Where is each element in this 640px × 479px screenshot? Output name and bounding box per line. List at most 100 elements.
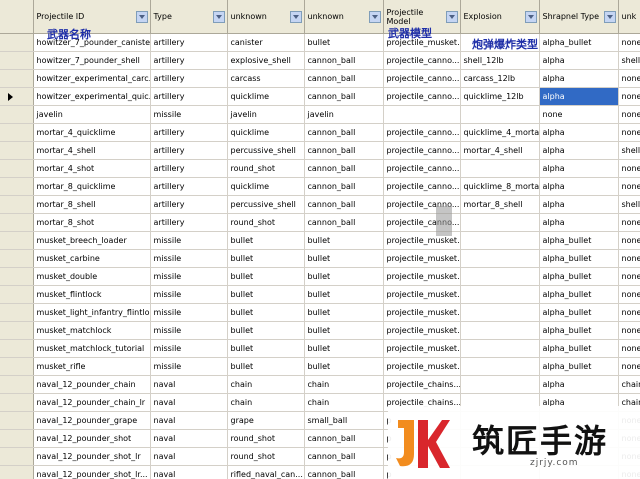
column-header-8[interactable]: unk xyxy=(618,0,640,34)
table-cell[interactable]: naval_12_pounder_chain_lr xyxy=(33,393,151,412)
column-header-2[interactable]: Type xyxy=(150,0,228,34)
table-cell[interactable]: howitzer_experimental_carc... xyxy=(33,69,151,88)
table-cell[interactable]: naval_12_pounder_shot xyxy=(33,429,151,448)
table-cell[interactable]: alpha xyxy=(539,51,619,70)
row-selector[interactable] xyxy=(0,69,34,88)
column-header-4[interactable]: unknown xyxy=(304,0,384,34)
table-row[interactable]: musket_rifle missile bullet bullet projectil… xyxy=(0,357,640,376)
table-cell[interactable]: none xyxy=(618,231,640,250)
table-cell[interactable]: cannon_ball xyxy=(304,447,384,466)
table-cell[interactable]: none xyxy=(618,123,640,142)
table-cell[interactable]: shell_ xyxy=(618,195,640,214)
table-cell[interactable]: cannon_ball xyxy=(304,141,384,160)
table-cell[interactable]: bullet xyxy=(304,33,384,52)
table-cell[interactable]: round_shot xyxy=(227,213,305,232)
table-cell[interactable]: alpha_bullet xyxy=(539,339,619,358)
table-cell[interactable] xyxy=(460,339,540,358)
table-cell[interactable]: cannon_ball xyxy=(304,213,384,232)
table-cell[interactable] xyxy=(460,213,540,232)
table-cell[interactable]: bullet xyxy=(227,231,305,250)
table-cell[interactable]: none xyxy=(618,105,640,124)
table-cell[interactable] xyxy=(460,249,540,268)
table-cell[interactable]: quicklime xyxy=(227,87,305,106)
table-row[interactable]: howitzer_7_pounder_canister artillery cani… xyxy=(0,33,640,52)
table-cell[interactable]: mortar_8_shell xyxy=(33,195,151,214)
table-cell[interactable]: none xyxy=(618,213,640,232)
table-cell[interactable]: chain xyxy=(304,375,384,394)
table-cell[interactable]: naval xyxy=(150,375,228,394)
table-cell[interactable] xyxy=(460,357,540,376)
table-cell[interactable]: artillery xyxy=(150,69,228,88)
row-selector[interactable] xyxy=(0,177,34,196)
table-cell[interactable]: mortar_4_shot xyxy=(33,159,151,178)
table-cell[interactable]: naval xyxy=(150,411,228,430)
table-cell[interactable]: artillery xyxy=(150,177,228,196)
table-cell[interactable]: canister xyxy=(227,33,305,52)
table-cell[interactable]: alpha xyxy=(539,375,619,394)
table-cell[interactable]: grape xyxy=(227,411,305,430)
table-cell[interactable]: quicklime xyxy=(227,177,305,196)
table-cell[interactable]: shell_ xyxy=(618,141,640,160)
table-cell[interactable]: mortar_8_quicklime xyxy=(33,177,151,196)
table-cell[interactable]: naval xyxy=(150,429,228,448)
table-cell[interactable]: alpha_bullet xyxy=(539,249,619,268)
table-cell[interactable]: artillery xyxy=(150,87,228,106)
table-cell[interactable]: naval_12_pounder_chain xyxy=(33,375,151,394)
table-cell[interactable]: projectile_canno... xyxy=(383,69,461,88)
row-selector[interactable] xyxy=(0,447,34,466)
table-cell[interactable]: musket_double xyxy=(33,267,151,286)
row-selector[interactable] xyxy=(0,105,34,124)
row-selector[interactable] xyxy=(0,411,34,430)
table-cell[interactable]: rifled_naval_can... xyxy=(227,465,305,479)
table-row[interactable]: howitzer_7_pounder_shell artillery explosi… xyxy=(0,51,640,70)
table-cell[interactable]: projectile_canno... xyxy=(383,141,461,160)
table-cell[interactable]: naval xyxy=(150,393,228,412)
table-cell[interactable] xyxy=(383,105,461,124)
table-row[interactable]: mortar_4_quicklime artillery quicklime cann… xyxy=(0,123,640,142)
table-cell[interactable]: projectile_musket... xyxy=(383,303,461,322)
table-cell[interactable]: bullet xyxy=(227,267,305,286)
row-selector[interactable] xyxy=(0,375,34,394)
table-cell[interactable]: bullet xyxy=(227,357,305,376)
row-selector[interactable] xyxy=(0,285,34,304)
table-cell[interactable]: alpha_bullet xyxy=(539,303,619,322)
table-cell[interactable] xyxy=(460,231,540,250)
table-cell[interactable]: missile xyxy=(150,267,228,286)
current-row-indicator-icon[interactable] xyxy=(0,87,34,106)
table-cell[interactable]: round_shot xyxy=(227,429,305,448)
selected-cell[interactable]: alpha xyxy=(539,87,619,106)
table-cell[interactable]: artillery xyxy=(150,141,228,160)
table-cell[interactable]: alpha_bullet xyxy=(539,357,619,376)
table-cell[interactable]: alpha_bullet xyxy=(539,33,619,52)
table-cell[interactable]: naval_12_pounder_grape xyxy=(33,411,151,430)
table-cell[interactable]: round_shot xyxy=(227,159,305,178)
row-selector[interactable] xyxy=(0,465,34,479)
table-cell[interactable]: mortar_8_shell xyxy=(460,195,540,214)
table-cell[interactable]: missile xyxy=(150,285,228,304)
table-cell[interactable]: artillery xyxy=(150,33,228,52)
table-cell[interactable]: artillery xyxy=(150,51,228,70)
table-cell[interactable]: alpha xyxy=(539,195,619,214)
table-row[interactable]: musket_flintlock missile bullet bullet proje… xyxy=(0,285,640,304)
table-cell[interactable]: none xyxy=(618,303,640,322)
table-row[interactable]: naval_12_pounder_chain naval chain chain pro… xyxy=(0,375,640,394)
table-cell[interactable]: alpha xyxy=(539,141,619,160)
table-cell[interactable]: shell_ xyxy=(618,51,640,70)
table-cell[interactable] xyxy=(460,105,540,124)
table-cell[interactable]: bullet xyxy=(304,303,384,322)
table-cell[interactable]: none xyxy=(618,267,640,286)
table-cell[interactable]: none xyxy=(539,105,619,124)
table-cell[interactable]: percussive_shell xyxy=(227,195,305,214)
table-cell[interactable]: carcass xyxy=(227,69,305,88)
table-cell[interactable]: small_ball xyxy=(304,411,384,430)
table-cell[interactable]: bullet xyxy=(227,285,305,304)
table-cell[interactable]: artillery xyxy=(150,123,228,142)
table-row[interactable]: mortar_8_quicklime artillery quicklime cann… xyxy=(0,177,640,196)
filter-dropdown-icon[interactable] xyxy=(603,11,616,23)
table-cell[interactable]: musket_breech_loader xyxy=(33,231,151,250)
table-cell[interactable]: bullet xyxy=(304,249,384,268)
table-cell[interactable]: bullet xyxy=(304,267,384,286)
table-cell[interactable]: bullet xyxy=(227,303,305,322)
table-cell[interactable]: javelin xyxy=(304,105,384,124)
table-cell[interactable]: missile xyxy=(150,339,228,358)
